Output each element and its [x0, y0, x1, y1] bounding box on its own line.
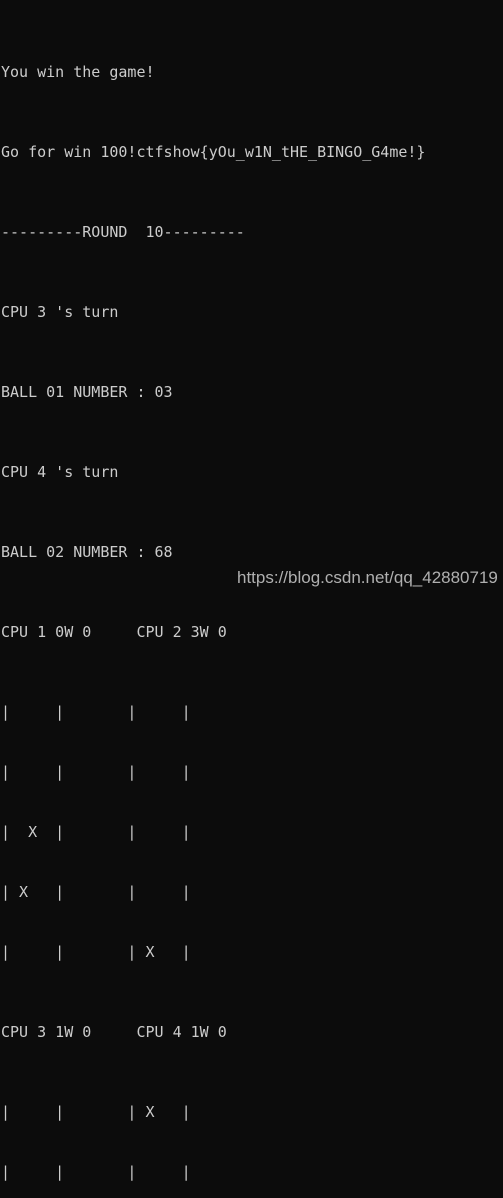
cpu-board-row: | | | | — [1, 703, 191, 721]
ball-02-line: BALL 02 NUMBER : 68 — [1, 543, 173, 561]
cpu-header-row-1: CPU 1 0W 0 CPU 2 3W 0 — [1, 623, 227, 641]
cpu-board-row: | | | X | — [1, 943, 191, 961]
cpu4-turn-line: CPU 4 's turn — [1, 463, 119, 481]
ball-01-line: BALL 01 NUMBER : 03 — [1, 383, 173, 401]
cpu-header-row-2: CPU 3 1W 0 CPU 4 1W 0 — [1, 1023, 227, 1041]
cpu3-turn-line: CPU 3 's turn — [1, 303, 119, 321]
cpu-board-row: | | | | — [1, 763, 191, 781]
cpu-board-row: | X | | | — [1, 883, 191, 901]
win-message-line: You win the game! — [1, 63, 155, 81]
flag-line: Go for win 100!ctfshow{yOu_w1N_tHE_BINGO… — [1, 143, 426, 161]
cpu-board-row: | | | | — [1, 1163, 191, 1181]
terminal-screen[interactable]: You win the game! Go for win 100!ctfshow… — [0, 0, 503, 1181]
round-separator-line: ---------ROUND 10--------- — [1, 223, 245, 241]
cpu-board-row: | | | X | — [1, 1103, 191, 1121]
cpu-board-row: | X | | | — [1, 823, 191, 841]
